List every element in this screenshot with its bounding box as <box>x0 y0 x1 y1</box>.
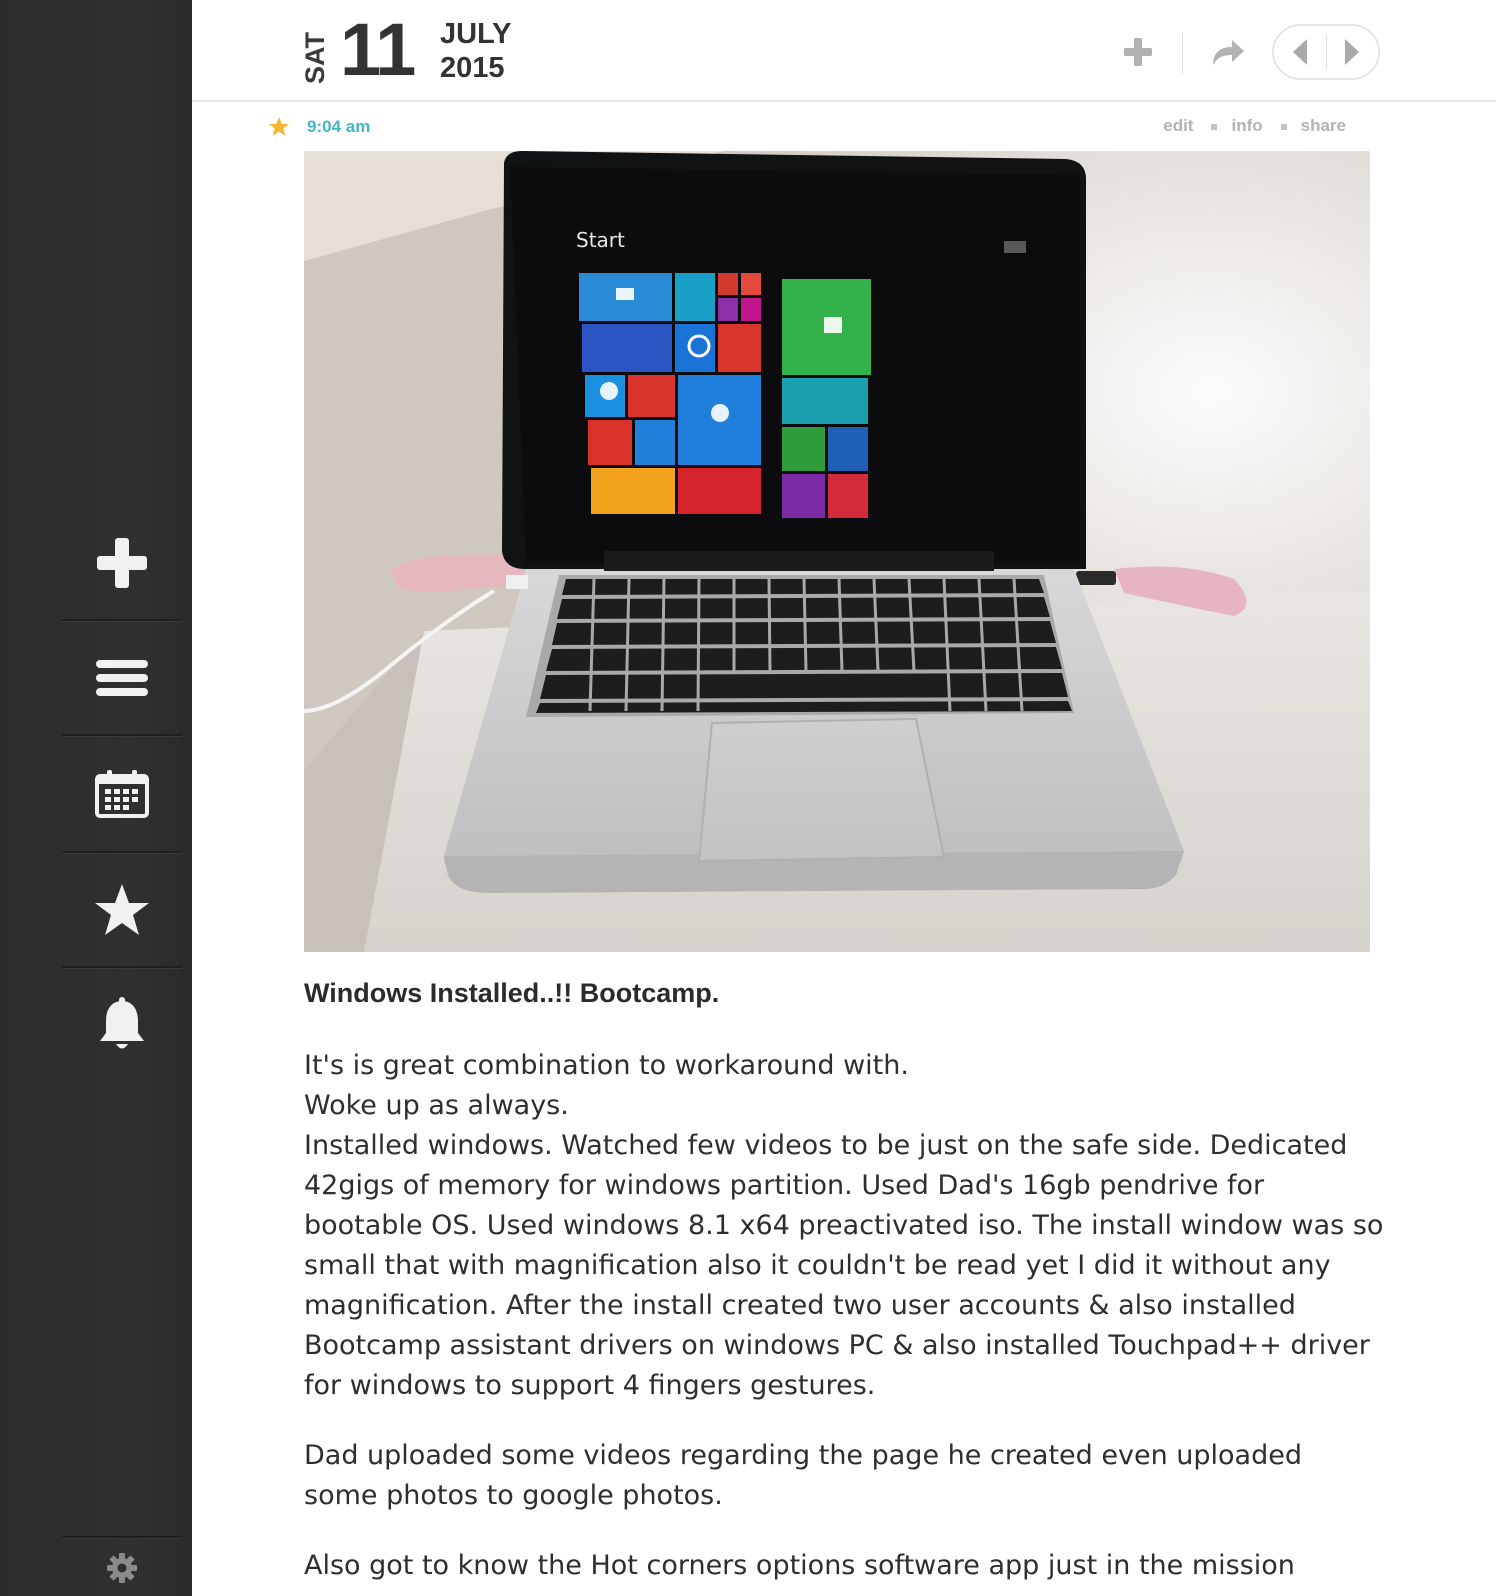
bell-icon <box>100 997 144 1049</box>
plus-icon <box>1124 38 1152 66</box>
entry-line: Woke up as always. <box>304 1090 569 1121</box>
sidebar-item-list[interactable] <box>62 621 182 735</box>
day-navigation <box>1272 24 1380 80</box>
main-content: SAT 11 JULY 2015 9:04 am edit info share… <box>192 0 1496 1596</box>
separator-dot <box>1280 124 1287 130</box>
entry-photo[interactable]: Start <box>304 151 1370 952</box>
separator-dot <box>1211 124 1218 130</box>
calendar-icon <box>95 770 149 818</box>
screen-start-label: Start <box>576 228 625 252</box>
edit-link[interactable]: edit <box>1163 116 1193 136</box>
plus-icon <box>97 538 147 588</box>
share-button[interactable] <box>1202 26 1254 78</box>
year-label: 2015 <box>440 52 505 84</box>
sidebar-item-new-entry[interactable] <box>62 506 182 620</box>
day-number: 11 <box>340 8 416 91</box>
info-link[interactable]: info <box>1231 116 1262 136</box>
sidebar-item-calendar[interactable] <box>62 737 182 851</box>
entry-paragraph: Also got to know the Hot corners options… <box>304 1550 1295 1581</box>
next-day-button[interactable] <box>1327 26 1379 78</box>
settings-button[interactable] <box>62 1540 182 1596</box>
entry-paragraph: It's is great combination to workaround … <box>304 1046 1384 1406</box>
entry-paragraph: Dad uploaded some videos regarding the p… <box>304 1440 1302 1511</box>
sidebar-item-starred[interactable] <box>62 853 182 967</box>
laptop-photo-illustration: Start <box>304 151 1370 952</box>
share-link[interactable]: share <box>1301 116 1346 136</box>
chevron-right-icon <box>1345 39 1360 65</box>
previous-day-button[interactable] <box>1274 26 1326 78</box>
entry-actions: edit info share <box>1163 116 1346 136</box>
entry-body[interactable]: It's is great combination to workaround … <box>304 1046 1384 1596</box>
share-arrow-icon <box>1213 40 1244 65</box>
sidebar <box>0 0 192 1596</box>
toolbar-divider <box>1182 32 1183 74</box>
list-icon <box>96 660 148 696</box>
star-icon <box>95 884 149 935</box>
favorite-star-icon[interactable] <box>268 116 290 138</box>
entry-time: 9:04 am <box>307 117 371 136</box>
weekday-label: SAT <box>300 32 330 84</box>
journal-app: SAT 11 JULY 2015 9:04 am edit info share… <box>0 0 1496 1596</box>
entry-line: Installed windows. Watched few videos to… <box>304 1130 1384 1401</box>
month-label: JULY <box>440 18 512 50</box>
entry-title: Windows Installed..!! Bootcamp. <box>304 978 720 1008</box>
gear-icon <box>107 1553 137 1583</box>
chevron-left-icon <box>1292 39 1307 65</box>
date-header: SAT 11 JULY 2015 <box>192 0 1496 102</box>
entry-line: It's is great combination to workaround … <box>304 1050 909 1081</box>
add-entry-button[interactable] <box>1112 26 1164 78</box>
sidebar-divider <box>62 1536 182 1539</box>
sidebar-item-reminders[interactable] <box>62 968 182 1082</box>
